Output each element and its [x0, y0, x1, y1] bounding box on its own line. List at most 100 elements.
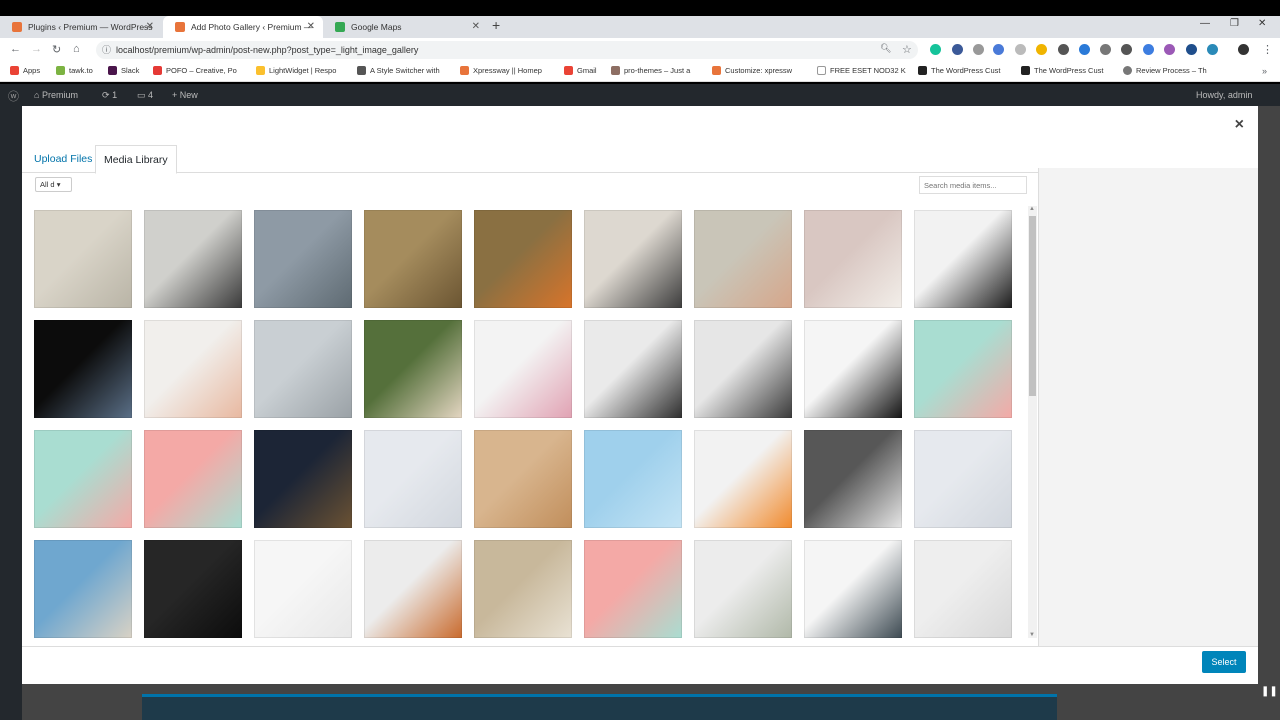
new-content-link[interactable]: + New [172, 90, 198, 100]
zoom-icon[interactable]: 🔍︎ [880, 43, 891, 54]
media-filter-select[interactable]: All d ▾ [35, 177, 72, 192]
bookmark-item[interactable]: Slack [108, 66, 139, 75]
bookmark-item[interactable]: The WordPress Cust [1021, 66, 1103, 75]
media-thumbnail[interactable] [144, 540, 242, 638]
media-thumbnail[interactable] [474, 430, 572, 528]
extension-icon[interactable] [1143, 44, 1154, 55]
scrollbar-thumb[interactable] [1029, 216, 1036, 396]
media-thumbnail[interactable] [804, 430, 902, 528]
back-icon[interactable]: ← [10, 43, 21, 55]
extension-icon[interactable] [1121, 44, 1132, 55]
scroll-down-icon[interactable]: ▼ [1029, 632, 1035, 638]
new-tab-button[interactable]: + [492, 17, 500, 33]
extension-icon[interactable] [1164, 44, 1175, 55]
media-thumbnail[interactable] [364, 320, 462, 418]
bookmark-item[interactable]: FREE ESET NOD32 K [817, 66, 906, 75]
extension-icon[interactable] [1058, 44, 1069, 55]
tab-plugins[interactable]: Plugins ‹ Premium — WordPress ✕ [0, 16, 162, 38]
media-thumbnail[interactable] [364, 210, 462, 308]
media-thumbnail[interactable] [694, 430, 792, 528]
reload-icon[interactable]: ↻ [52, 43, 61, 56]
media-thumbnail[interactable] [584, 320, 682, 418]
media-thumbnail[interactable] [914, 320, 1012, 418]
media-thumbnail[interactable] [914, 210, 1012, 308]
tab-add-photo-gallery[interactable]: Add Photo Gallery ‹ Premium — ✕ [163, 16, 323, 38]
media-thumbnail[interactable] [34, 540, 132, 638]
extension-icon[interactable] [1079, 44, 1090, 55]
close-tab-icon[interactable]: ✕ [146, 21, 154, 32]
extension-icon[interactable] [1036, 44, 1047, 55]
bookmark-item[interactable]: A Style Switcher with [357, 66, 440, 75]
media-thumbnail[interactable] [914, 430, 1012, 528]
minimize-icon[interactable]: — [1200, 18, 1210, 29]
comments-link[interactable]: ▭ 4 [137, 90, 153, 101]
media-thumbnail[interactable] [804, 210, 902, 308]
close-tab-icon[interactable]: ✕ [307, 21, 315, 32]
extension-icon[interactable] [993, 44, 1004, 55]
media-thumbnail[interactable] [694, 210, 792, 308]
media-thumbnail[interactable] [34, 430, 132, 528]
howdy-account[interactable]: Howdy, admin [1196, 90, 1252, 100]
admin-site-link[interactable]: ⌂ Premium [34, 90, 78, 100]
bookmark-item[interactable]: LightWidget | Respo [256, 66, 336, 75]
media-thumbnail[interactable] [364, 430, 462, 528]
home-icon[interactable]: ⌂ [73, 43, 80, 55]
extension-icon[interactable] [1015, 44, 1026, 55]
media-thumbnail[interactable] [34, 320, 132, 418]
window-close-icon[interactable]: ✕ [1258, 18, 1266, 29]
bookmark-item[interactable]: Xpressway || Homep [460, 66, 542, 75]
maximize-icon[interactable]: ❐ [1230, 18, 1239, 29]
bookmark-item[interactable]: Gmail [564, 66, 597, 75]
media-thumbnail[interactable] [254, 540, 352, 638]
media-thumbnail[interactable] [254, 210, 352, 308]
bookmark-item[interactable]: POFO – Creative, Po [153, 66, 237, 75]
menu-icon[interactable]: ⋮ [1262, 43, 1273, 56]
more-bookmarks-icon[interactable]: » [1262, 66, 1267, 76]
bookmark-item[interactable]: The WordPress Cust [918, 66, 1000, 75]
extension-icon[interactable] [1100, 44, 1111, 55]
bookmark-star-icon[interactable]: ☆ [902, 43, 912, 56]
bookmark-item[interactable]: Review Process – Th [1123, 66, 1207, 75]
grammarly-icon[interactable] [930, 44, 941, 55]
media-thumbnail[interactable] [474, 210, 572, 308]
media-thumbnail[interactable] [584, 540, 682, 638]
media-thumbnail[interactable] [144, 320, 242, 418]
wordpress-logo-icon[interactable]: ⓦ [8, 88, 19, 104]
media-thumbnail[interactable] [584, 430, 682, 528]
search-media-input[interactable] [919, 176, 1027, 194]
media-thumbnail[interactable] [474, 320, 572, 418]
media-thumbnail[interactable] [254, 430, 352, 528]
media-thumbnail[interactable] [804, 320, 902, 418]
media-thumbnail[interactable] [584, 210, 682, 308]
forward-icon[interactable]: → [31, 43, 42, 55]
tab-google-maps[interactable]: Google Maps ✕ [323, 16, 488, 38]
profile-avatar[interactable] [1238, 44, 1249, 55]
media-thumbnail[interactable] [694, 320, 792, 418]
bookmark-item[interactable]: tawk.to [56, 66, 93, 75]
tab-media-library[interactable]: Media Library [95, 145, 177, 174]
extension-icon[interactable] [1207, 44, 1218, 55]
url-input[interactable]: ⓘ localhost/premium/wp-admin/post-new.ph… [96, 41, 918, 59]
close-icon[interactable]: × [1235, 116, 1244, 134]
bookmark-item[interactable]: pro-themes – Just a [611, 66, 690, 75]
grid-scrollbar[interactable]: ▲ ▼ [1028, 206, 1037, 638]
media-thumbnail[interactable] [914, 540, 1012, 638]
extension-icon[interactable] [1186, 44, 1197, 55]
bookmark-apps[interactable]: Apps [10, 66, 40, 75]
select-button[interactable]: Select [1202, 651, 1246, 673]
scroll-up-icon[interactable]: ▲ [1029, 206, 1035, 212]
media-thumbnail[interactable] [694, 540, 792, 638]
extension-icon[interactable] [952, 44, 963, 55]
extension-icon[interactable] [973, 44, 984, 55]
bookmark-item[interactable]: Customize: xpressw [712, 66, 792, 75]
media-thumbnail[interactable] [144, 210, 242, 308]
tab-upload-files[interactable]: Upload Files [27, 149, 99, 169]
media-thumbnail[interactable] [254, 320, 352, 418]
media-thumbnail[interactable] [474, 540, 572, 638]
media-thumbnail[interactable] [144, 430, 242, 528]
media-thumbnail[interactable] [34, 210, 132, 308]
close-tab-icon[interactable]: ✕ [472, 21, 480, 32]
updates-link[interactable]: ⟳ 1 [102, 90, 117, 101]
pause-icon[interactable]: ❚❚ [1261, 686, 1278, 697]
media-thumbnail[interactable] [364, 540, 462, 638]
